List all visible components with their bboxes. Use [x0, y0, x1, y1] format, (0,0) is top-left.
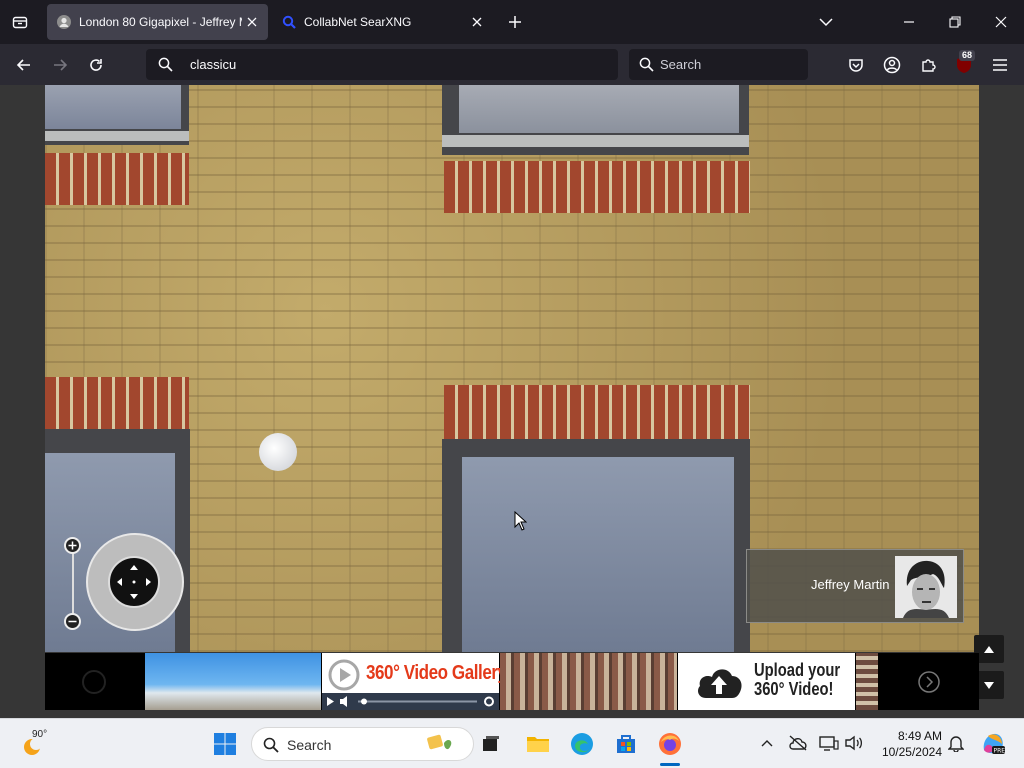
- page-content: Jeffrey Martin 360° Video Gallery Upload…: [0, 85, 1024, 718]
- back-arrow-icon[interactable]: [11, 52, 37, 78]
- tab-searxng[interactable]: CollabNet SearXNG: [272, 4, 493, 40]
- search-placeholder: Search: [660, 57, 702, 72]
- pocket-icon[interactable]: [843, 52, 869, 78]
- weather-temperature: 90°: [32, 729, 48, 740]
- window-glass: [459, 85, 739, 133]
- video-gallery-label: 360° Video Gallery: [366, 662, 507, 684]
- task-view-icon[interactable]: [476, 729, 506, 759]
- zoom-out-icon[interactable]: [64, 613, 81, 630]
- firefox-icon[interactable]: [655, 729, 685, 759]
- chevron-right-circle-icon[interactable]: [916, 669, 942, 695]
- window-glass: [462, 457, 734, 652]
- next-thumbnails[interactable]: [878, 653, 979, 710]
- previous-thumbnail[interactable]: [45, 653, 144, 710]
- windows-taskbar: 90° Search 8:49 AM 10/25/2024 PRE: [0, 718, 1024, 768]
- reload-icon[interactable]: [83, 52, 109, 78]
- taskbar-search-label: Search: [287, 737, 332, 753]
- search-icon: [158, 57, 173, 77]
- search-icon: [263, 737, 279, 753]
- account-icon[interactable]: [879, 52, 905, 78]
- close-tab-icon[interactable]: [467, 12, 487, 32]
- clock-time: 8:49 AM: [897, 729, 942, 743]
- menu-hamburger-icon[interactable]: [987, 52, 1013, 78]
- window-sill: [45, 131, 189, 141]
- upload-label: Upload your 360° Video!: [754, 660, 841, 699]
- close-tab-icon[interactable]: [242, 12, 262, 32]
- system-clock[interactable]: 8:49 AM 10/25/2024: [878, 728, 942, 760]
- portrait-favicon-icon: [57, 15, 71, 29]
- thumbnail-upload-video[interactable]: Upload your 360° Video!: [678, 653, 855, 710]
- tab-title: London 80 Gigapixel - Jeffrey M: [79, 15, 242, 29]
- search-icon: [639, 57, 654, 77]
- screen: London 80 Gigapixel - Jeffrey M CollabNe…: [0, 0, 1024, 768]
- address-bar[interactable]: classicu: [146, 49, 618, 80]
- navigation-toolbar: classicu Search 68: [0, 44, 1024, 85]
- brick-lintel: [45, 377, 189, 429]
- brick-lintel: [444, 161, 750, 213]
- thumbnail-city-panorama[interactable]: [500, 653, 677, 710]
- search-box[interactable]: Search: [629, 49, 808, 80]
- tab-london-gigapixel[interactable]: London 80 Gigapixel - Jeffrey M: [47, 4, 268, 40]
- video-controls-bar: [322, 693, 499, 710]
- extensions-puzzle-icon[interactable]: [915, 52, 941, 78]
- restore-icon[interactable]: [941, 8, 969, 36]
- window-glass: [45, 85, 181, 129]
- thumbnail-partial[interactable]: [856, 653, 878, 710]
- address-text[interactable]: classicu: [190, 57, 236, 72]
- close-window-icon[interactable]: [987, 8, 1015, 36]
- windows-start-icon[interactable]: [210, 729, 240, 759]
- volume-speaker-icon[interactable]: [843, 732, 865, 754]
- search-highlight-icon: [427, 734, 452, 750]
- cloud-sync-icon[interactable]: [787, 732, 809, 754]
- author-photo: [895, 556, 957, 618]
- copilot-icon[interactable]: PRE: [980, 729, 1006, 757]
- clock-date: 10/25/2024: [881, 745, 942, 759]
- brick-lintel: [45, 153, 189, 205]
- pan-joystick[interactable]: [108, 556, 160, 608]
- minimize-icon[interactable]: [895, 8, 923, 36]
- svg-text:PRE: PRE: [994, 748, 1006, 755]
- zoom-in-icon[interactable]: [64, 537, 81, 554]
- author-name: Jeffrey Martin: [811, 577, 890, 592]
- window-sill: [442, 135, 749, 147]
- show-hidden-icons-chevron-icon[interactable]: [756, 732, 778, 754]
- zoom-slider-track[interactable]: [72, 547, 74, 623]
- play-circle-icon: [328, 659, 360, 691]
- forward-arrow-icon[interactable]: [47, 52, 73, 78]
- extension-count-badge: 68: [959, 50, 976, 61]
- mouse-pointer-icon: [514, 510, 528, 536]
- search-favicon-icon: [282, 15, 296, 29]
- microsoft-store-icon[interactable]: [611, 729, 641, 759]
- wall-light: [259, 433, 297, 471]
- active-app-indicator: [660, 763, 680, 766]
- thumbnail-video-gallery[interactable]: 360° Video Gallery: [322, 653, 507, 710]
- cloud-upload-icon: [698, 669, 742, 698]
- edge-browser-icon[interactable]: [567, 729, 597, 759]
- list-all-tabs-chevron-icon[interactable]: [812, 8, 840, 36]
- notification-bell-icon[interactable]: [945, 732, 967, 754]
- tab-title: CollabNet SearXNG: [304, 15, 412, 29]
- file-explorer-icon[interactable]: [523, 729, 553, 759]
- network-icon[interactable]: [818, 732, 840, 754]
- tab-strip: London 80 Gigapixel - Jeffrey M CollabNe…: [0, 0, 1024, 44]
- taskbar-search-box[interactable]: Search: [251, 727, 474, 761]
- new-tab-plus-icon[interactable]: [504, 11, 526, 33]
- author-credit[interactable]: Jeffrey Martin: [746, 549, 964, 623]
- brick-lintel: [444, 385, 750, 439]
- tab-overview-icon[interactable]: [8, 10, 32, 34]
- thumbnail-strip: 360° Video Gallery Upload your 360° Vide…: [45, 653, 979, 710]
- thumbnail-panorama-sky[interactable]: [145, 653, 321, 710]
